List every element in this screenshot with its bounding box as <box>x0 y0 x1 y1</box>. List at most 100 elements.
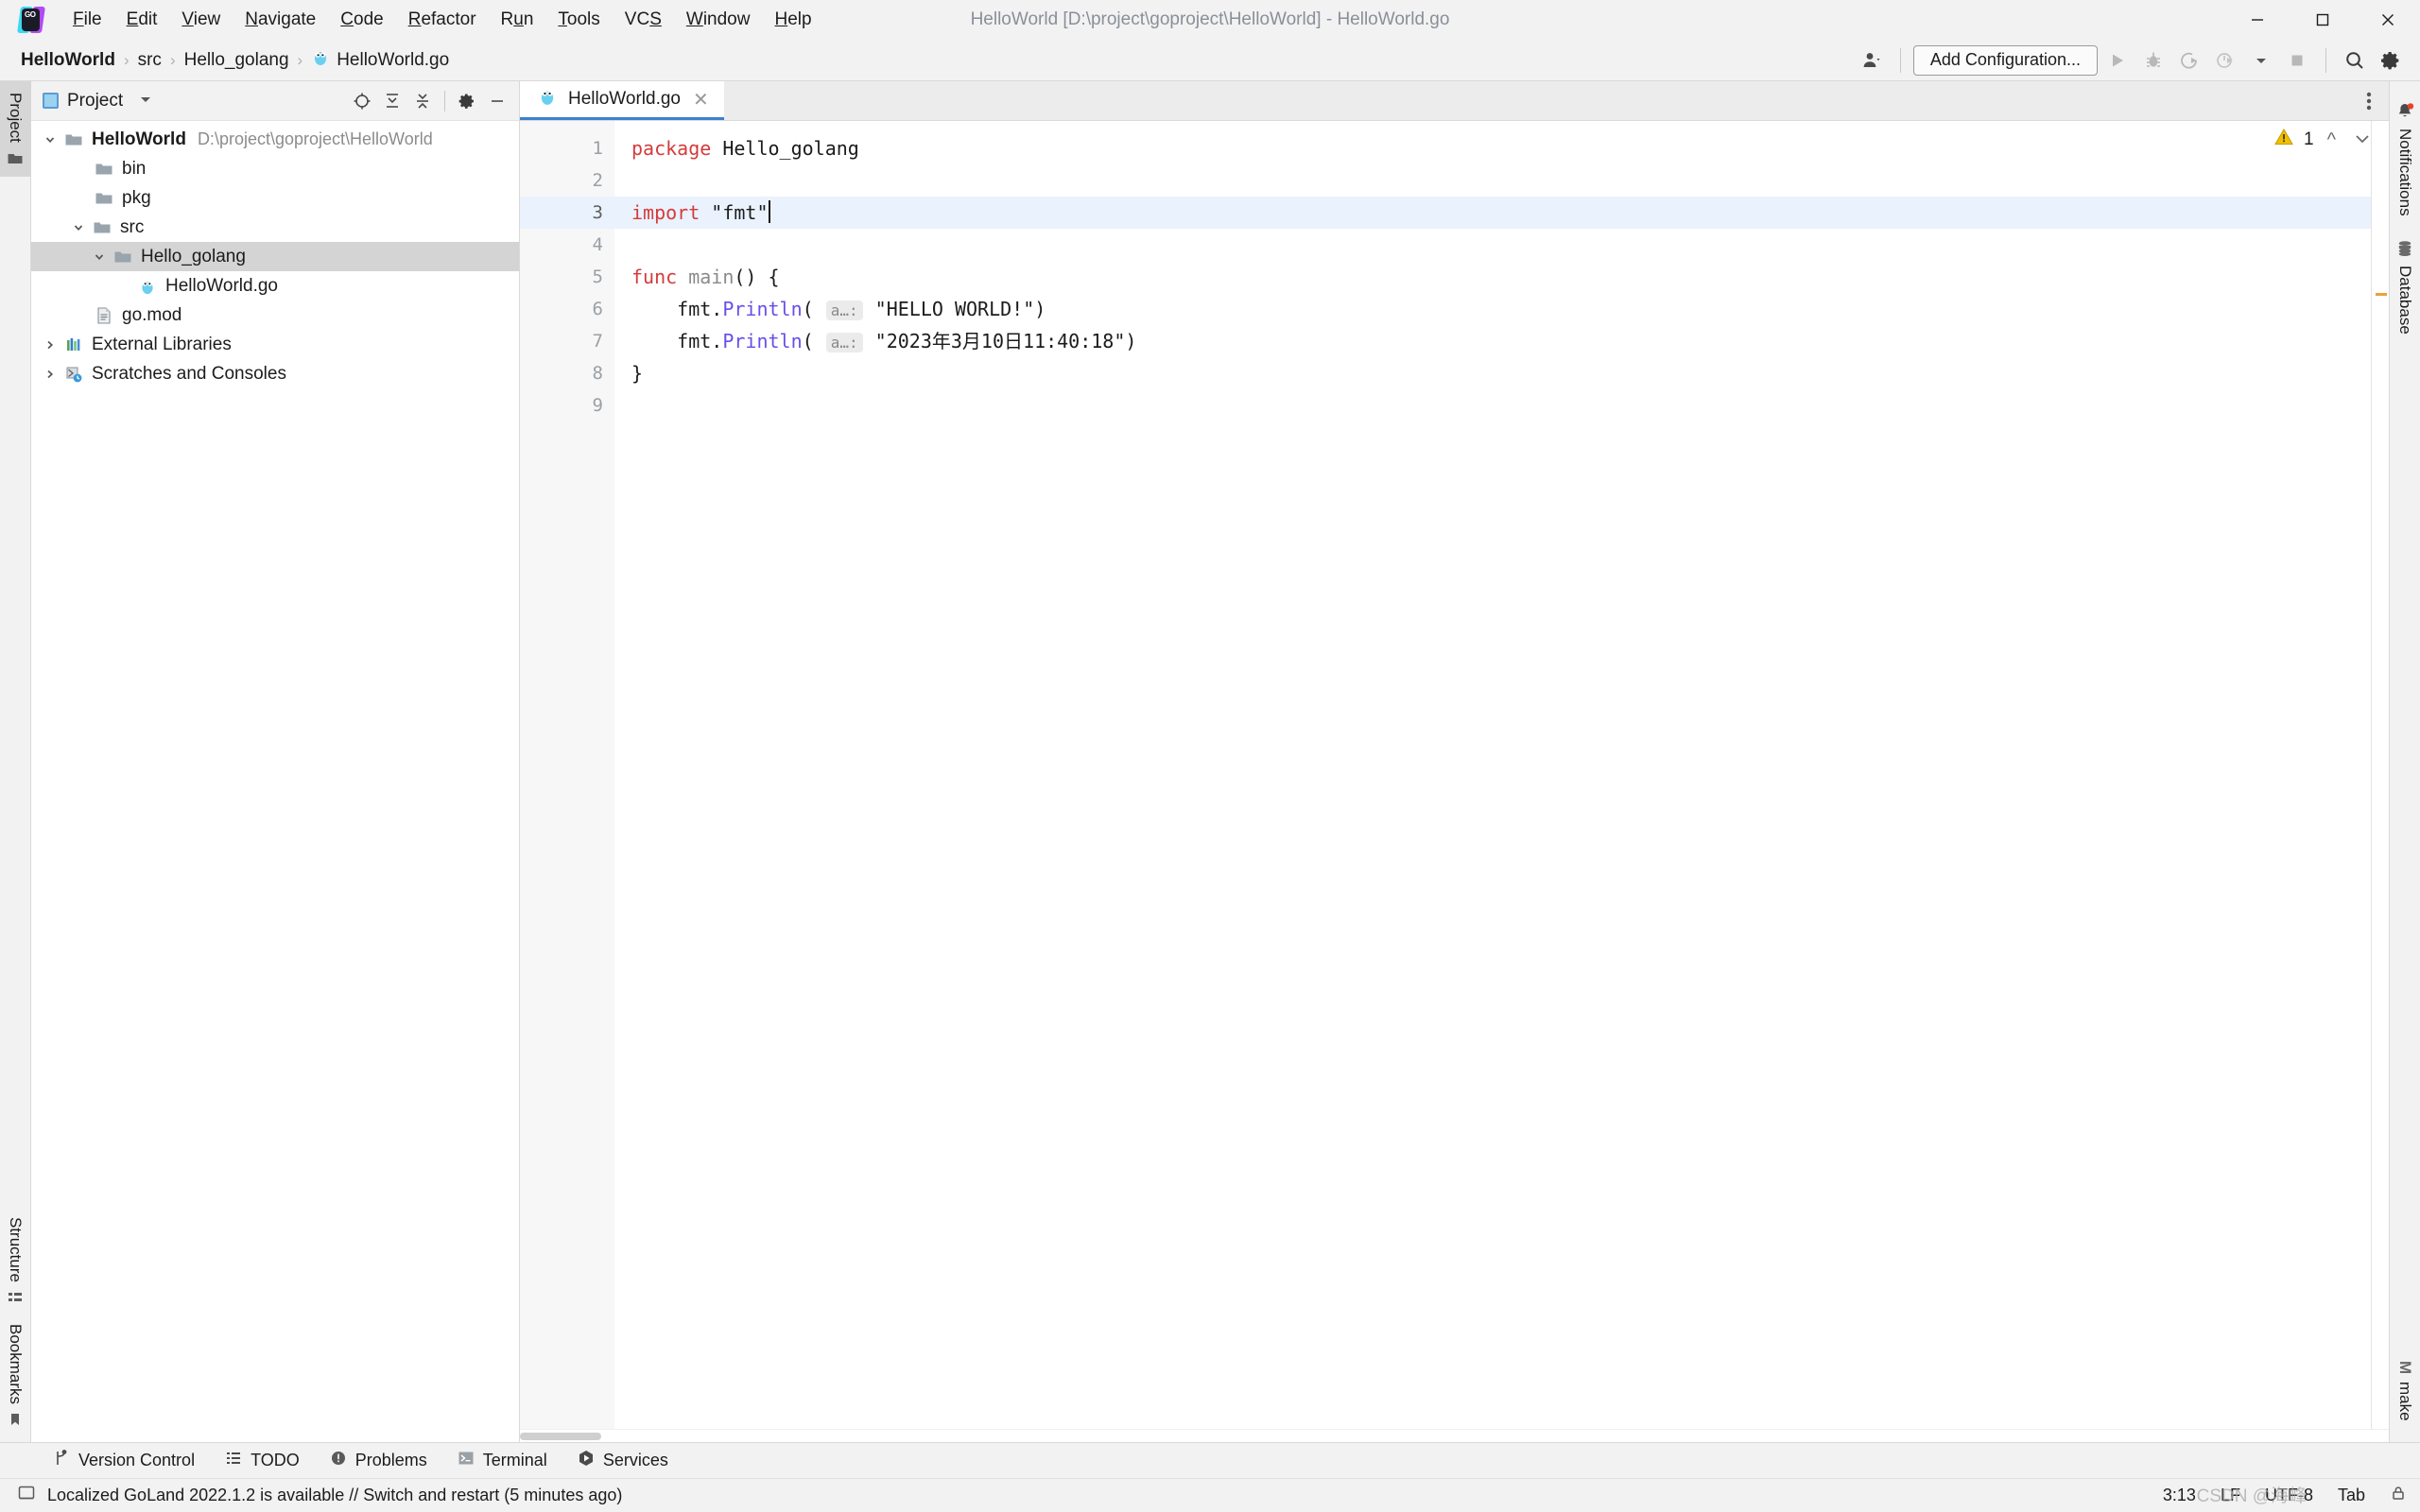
right-strip-bottom: M make <box>2395 1349 2414 1442</box>
tree-node-bin[interactable]: bin <box>31 154 519 183</box>
debug-icon[interactable] <box>2137 45 2169 76</box>
tree-node-hello-golang[interactable]: Hello_golang <box>31 242 519 271</box>
chevron-up-icon[interactable]: ^ <box>2324 129 2340 151</box>
scrollbar-thumb[interactable] <box>520 1433 601 1440</box>
title-bar: File Edit View Navigate Code Refactor Ru… <box>0 0 2420 40</box>
line-number: 1 <box>592 138 603 159</box>
code-line-7: fmt.Println( a…: "2023年3月10日11:40:18") <box>614 325 2372 357</box>
tree-node-helloworld[interactable]: HelloWorld D:\project\goproject\HelloWor… <box>31 125 519 154</box>
toolwindow-version-control[interactable]: Version Control <box>38 1446 210 1475</box>
bookmarks-label: Bookmarks <box>7 1323 25 1404</box>
branch-icon <box>53 1450 70 1471</box>
tree-node-src[interactable]: src <box>31 213 519 242</box>
breadcrumb-item-src[interactable]: src <box>132 48 167 73</box>
code-text[interactable]: package Hello_golang import "fmt" func m… <box>614 121 2372 1429</box>
menu-code[interactable]: Code <box>328 6 395 34</box>
menu-tools[interactable]: Tools <box>545 6 612 34</box>
tree-node-gomod[interactable]: go.mod <box>31 301 519 330</box>
file-encoding[interactable]: UTF-8 <box>2265 1486 2313 1505</box>
profile-icon[interactable] <box>2209 45 2241 76</box>
breadcrumb-item-project[interactable]: HelloWorld <box>15 48 121 73</box>
menu-refactor[interactable]: Refactor <box>396 6 489 34</box>
expand-all-icon[interactable] <box>378 87 406 115</box>
gear-icon[interactable] <box>453 87 481 115</box>
stop-icon[interactable] <box>2281 45 2313 76</box>
project-panel-title[interactable]: Project <box>43 91 152 112</box>
breadcrumb-separator: › <box>297 50 303 69</box>
menu-edit[interactable]: Edit <box>114 6 170 34</box>
run-icon[interactable] <box>2101 45 2134 76</box>
token-text: fmt. <box>631 330 723 352</box>
select-opened-file-icon[interactable] <box>348 87 376 115</box>
toolwindow-todo[interactable]: TODO <box>210 1446 315 1475</box>
warning-stripe-mark[interactable] <box>2376 293 2387 296</box>
menu-window[interactable]: Window <box>674 6 763 34</box>
sidebar-item-structure[interactable]: Structure <box>6 1208 25 1314</box>
toolwindow-label: Terminal <box>482 1451 547 1469</box>
menu-run[interactable]: Run <box>489 6 546 34</box>
line-number: 3 <box>520 197 614 229</box>
sidebar-item-project[interactable]: Project <box>0 81 31 177</box>
token-string: "fmt" <box>711 201 769 224</box>
gear-icon[interactable] <box>2375 45 2407 76</box>
indent-setting[interactable]: Tab <box>2338 1486 2365 1505</box>
user-account-icon[interactable] <box>1856 45 1888 76</box>
tree-node-helloworld-go[interactable]: HelloWorld.go <box>31 271 519 301</box>
chevron-right-icon[interactable] <box>39 368 61 381</box>
close-icon[interactable] <box>2355 0 2420 40</box>
code-editor[interactable]: 1 2 3 4 5 6 7 8 9 package Hello_golang i… <box>520 121 2389 1429</box>
left-strip-bottom: Structure Bookmarks <box>6 1208 25 1442</box>
intention-bulb-icon[interactable] <box>631 170 806 221</box>
chevron-down-icon[interactable] <box>67 221 90 234</box>
chevron-down-icon[interactable] <box>2245 45 2277 76</box>
line-number: 6 <box>592 299 603 319</box>
terminal-icon <box>458 1450 475 1471</box>
sidebar-item-make[interactable]: M make <box>2395 1349 2414 1433</box>
tree-node-scratches-consoles[interactable]: Scratches and Consoles <box>31 359 519 388</box>
chevron-down-icon[interactable] <box>139 91 152 112</box>
menu-bar: File Edit View Navigate Code Refactor Ru… <box>60 6 824 34</box>
status-message[interactable]: Localized GoLand 2022.1.2 is available /… <box>17 1484 622 1507</box>
maximize-icon[interactable] <box>2290 0 2355 40</box>
toolwindow-problems[interactable]: Problems <box>315 1446 442 1475</box>
breadcrumb: HelloWorld › src › Hello_golang › HelloW… <box>15 46 455 75</box>
editor-horizontal-scrollbar[interactable] <box>520 1429 2389 1442</box>
chevron-down-icon[interactable] <box>88 250 111 264</box>
menu-navigate[interactable]: Navigate <box>233 6 328 34</box>
menu-view[interactable]: View <box>169 6 233 34</box>
code-line-5: func main() { <box>614 261 2372 293</box>
editor-tab-label: HelloWorld.go <box>568 89 681 109</box>
caret-position[interactable]: 3:13 <box>2163 1486 2196 1505</box>
hide-icon[interactable] <box>483 87 511 115</box>
more-options-icon[interactable] <box>2349 81 2389 120</box>
menu-file[interactable]: File <box>60 6 114 34</box>
chevron-down-icon[interactable] <box>39 133 61 146</box>
project-panel-header: Project <box>31 81 519 121</box>
breadcrumb-item-file[interactable]: HelloWorld.go <box>305 46 455 75</box>
sidebar-item-database[interactable]: Database <box>2395 228 2414 346</box>
error-stripe-rail[interactable] <box>2372 121 2389 1429</box>
tree-node-label: HelloWorld <box>92 129 186 149</box>
menu-help[interactable]: Help <box>762 6 823 34</box>
toolwindow-terminal[interactable]: Terminal <box>442 1446 562 1475</box>
lock-icon[interactable] <box>2390 1485 2407 1506</box>
chevron-down-icon[interactable] <box>2349 129 2376 151</box>
line-separator[interactable]: LF <box>2221 1486 2240 1505</box>
menu-vcs[interactable]: VCS <box>613 6 674 34</box>
breadcrumb-item-package[interactable]: Hello_golang <box>179 48 295 73</box>
inspection-widget[interactable]: 1 ^ <box>2273 127 2376 153</box>
tree-node-external-libraries[interactable]: External Libraries <box>31 330 519 359</box>
chevron-right-icon[interactable] <box>39 338 61 352</box>
minimize-icon[interactable] <box>2224 0 2290 40</box>
search-icon[interactable] <box>2339 45 2371 76</box>
editor-tab-helloworld-go[interactable]: HelloWorld.go ✕ <box>520 81 724 120</box>
toolwindow-services[interactable]: Services <box>562 1446 683 1475</box>
run-with-coverage-icon[interactable] <box>2173 45 2205 76</box>
sidebar-item-bookmarks[interactable]: Bookmarks <box>6 1314 25 1436</box>
tree-node-pkg[interactable]: pkg <box>31 183 519 213</box>
add-configuration-button[interactable]: Add Configuration... <box>1912 44 2098 76</box>
close-icon[interactable]: ✕ <box>691 88 711 112</box>
collapse-all-icon[interactable] <box>408 87 437 115</box>
sidebar-item-notifications[interactable]: Notifications <box>2395 91 2414 228</box>
